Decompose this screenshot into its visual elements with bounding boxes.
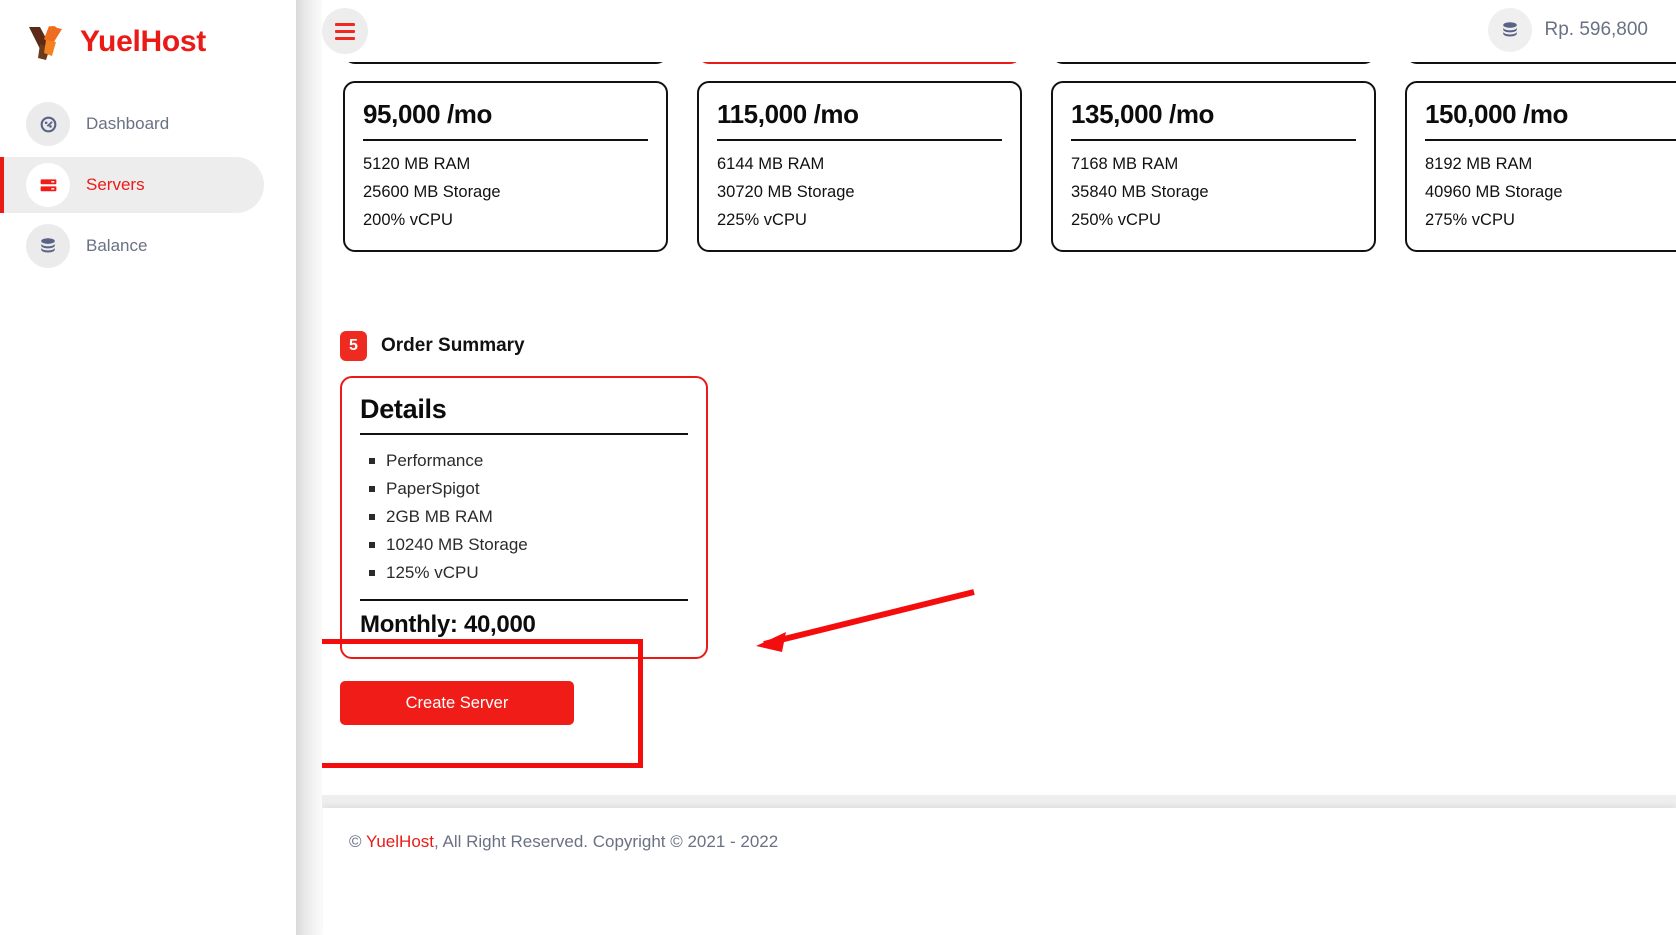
plan-spec-ram: 6144 MB RAM [717,150,1002,178]
sidebar: YuelHost Dashboard [0,0,296,935]
plan-card[interactable]: 115,000 /mo 6144 MB RAM 30720 MB Storage… [697,81,1022,252]
plan-specs: 8192 MB RAM 40960 MB Storage 275% vCPU [1425,141,1676,234]
page-title: Order Summary [381,335,525,357]
step-badge: 5 [340,331,367,361]
create-server-button[interactable]: Create Server [340,681,574,725]
plan-spec-vcpu: 250% vCPU [1071,206,1356,234]
plan-spec-ram: 8192 MB RAM [1425,150,1676,178]
plan-spec-storage: 35840 MB Storage [1071,178,1356,206]
plan-specs: 5120 MB RAM 25600 MB Storage 200% vCPU [363,141,648,234]
plan-card[interactable]: 95,000 /mo 5120 MB RAM 25600 MB Storage … [343,81,668,252]
monthly-total: Monthly: 40,000 [360,599,688,639]
plan-spec-vcpu: 200% vCPU [363,206,648,234]
balance-amount: Rp. 596,800 [1544,19,1648,41]
hamburger-menu-icon[interactable] [322,8,368,54]
main-content: Rp. 596,800 5120 MB Storage 100% vCPU 10… [318,0,1676,935]
plan-card[interactable]: 150,000 /mo 8192 MB RAM 40960 MB Storage… [1405,81,1676,252]
list-item: 10240 MB Storage [386,531,688,559]
plan-spec-ram: 5120 MB RAM [363,150,648,178]
plan-card[interactable]: 135,000 /mo 7168 MB RAM 35840 MB Storage… [1051,81,1376,252]
plan-price: 95,000 /mo [363,99,648,141]
order-summary-heading: 5 Order Summary [340,331,525,361]
plan-spec-storage: 30720 MB Storage [717,178,1002,206]
list-item: PaperSpigot [386,475,688,503]
brand[interactable]: YuelHost [0,0,296,70]
footer-prefix: © [349,832,366,851]
panel-edge-shadow [296,0,322,935]
sidebar-item-label: Servers [86,175,145,195]
plan-specs: 6144 MB RAM 30720 MB Storage 225% vCPU [717,141,1002,234]
footer: © YuelHost, All Right Reserved. Copyrigh… [323,808,1676,935]
yuelhost-logo-icon [22,18,70,66]
sidebar-item-servers[interactable]: Servers [0,157,264,213]
footer-brand-link[interactable]: YuelHost [366,832,434,851]
details-list: Performance PaperSpigot 2GB MB RAM 10240… [360,435,688,599]
plan-spec-vcpu: 225% vCPU [717,206,1002,234]
order-summary-card: Details Performance PaperSpigot 2GB MB R… [340,376,708,659]
details-title: Details [360,394,688,435]
balance-indicator[interactable]: Rp. 596,800 [1488,8,1648,52]
hamburger-bar [335,30,355,33]
sidebar-nav: Dashboard Servers [0,96,296,274]
hamburger-bar [335,23,355,26]
list-item: 2GB MB RAM [386,503,688,531]
coins-stack-icon [26,224,70,268]
sidebar-item-balance[interactable]: Balance [0,218,264,274]
brand-name: YuelHost [80,25,206,59]
footer-copyright: © YuelHost, All Right Reserved. Copyrigh… [349,832,778,852]
speedometer-icon [26,102,70,146]
plan-price: 150,000 /mo [1425,99,1676,141]
hamburger-bar [335,37,355,40]
annotation-arrow-icon [678,570,978,690]
footer-suffix: , All Right Reserved. Copyright © 2021 -… [434,832,778,851]
server-rack-icon [26,163,70,207]
sidebar-item-label: Balance [86,236,147,256]
plan-price: 135,000 /mo [1071,99,1356,141]
sidebar-item-dashboard[interactable]: Dashboard [0,96,264,152]
plan-spec-storage: 40960 MB Storage [1425,178,1676,206]
topbar: Rp. 596,800 [318,0,1676,62]
plan-price: 115,000 /mo [717,99,1002,141]
list-item: Performance [386,447,688,475]
sidebar-item-label: Dashboard [86,114,169,134]
plan-specs: 7168 MB RAM 35840 MB Storage 250% vCPU [1071,141,1356,234]
plan-spec-storage: 25600 MB Storage [363,178,648,206]
app-root: YuelHost Dashboard [0,0,1676,935]
plan-spec-ram: 7168 MB RAM [1071,150,1356,178]
footer-gap [318,795,1676,808]
list-item: 125% vCPU [386,559,688,587]
coins-stack-icon [1488,8,1532,52]
plan-spec-vcpu: 275% vCPU [1425,206,1676,234]
